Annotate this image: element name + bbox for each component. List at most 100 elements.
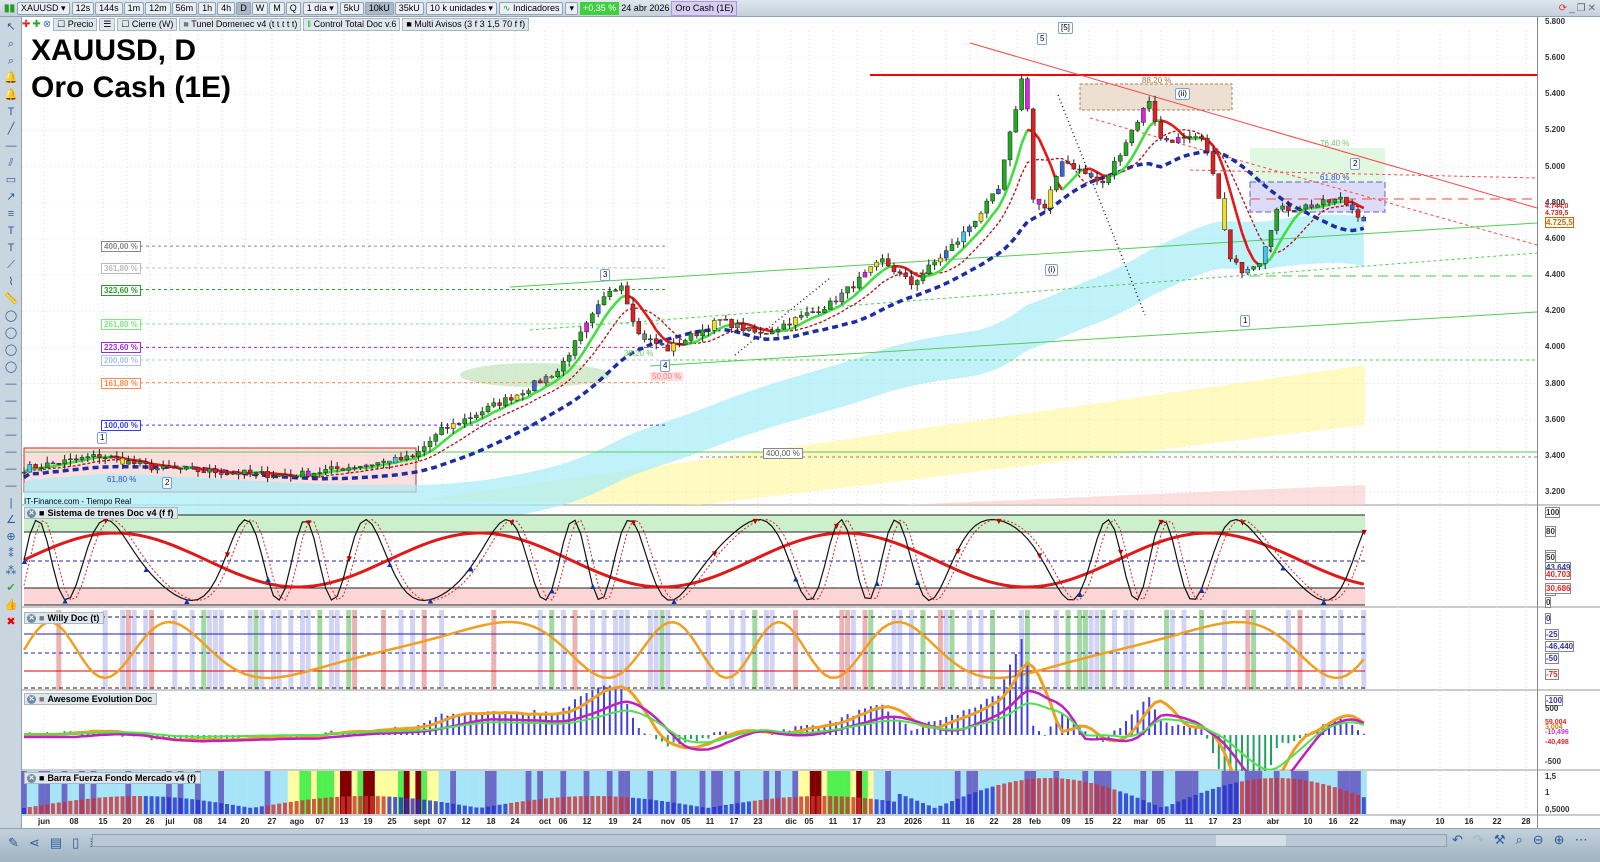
- close-panel-icon[interactable]: ✕: [27, 613, 36, 623]
- barra-bar: [375, 796, 380, 814]
- buy-triangle: ▲: [142, 564, 151, 574]
- elliott-wave-label: (ii): [1175, 88, 1190, 100]
- barra-bar: [132, 796, 137, 814]
- barra-bar: [1019, 780, 1024, 814]
- barra-bar: [544, 798, 548, 814]
- barra-bar: [300, 800, 305, 814]
- barra-bar: [474, 807, 479, 814]
- candle-body: [972, 220, 978, 228]
- chat-icon[interactable]: ▤: [50, 835, 62, 851]
- buy-triangle: ▲: [913, 577, 922, 587]
- barra-bar: [462, 805, 467, 814]
- ma-segment: [818, 311, 825, 317]
- awesome-axis-tick: 500: [1545, 704, 1559, 713]
- trenes-value: 30,686: [1545, 583, 1572, 594]
- panel-header-barra[interactable]: ✕ ■ Barra Fuerza Fondo Mercado v4 (f): [24, 772, 201, 784]
- candle: [885, 253, 891, 268]
- willy-value: -46,440: [1545, 641, 1575, 652]
- panel-header-awesome[interactable]: ✕ ■ Awesome Evolution Doc: [24, 693, 158, 705]
- barra-bar: [1321, 783, 1326, 814]
- candle: [595, 300, 601, 318]
- barra-bar: [497, 804, 502, 814]
- candle-body: [810, 311, 816, 313]
- buy-triangle: ▲: [264, 574, 273, 584]
- ma-segment: [719, 324, 727, 330]
- willy-bar: [352, 610, 358, 690]
- barra-bar: [718, 805, 722, 814]
- more-icon[interactable]: ⋯: [1575, 832, 1588, 848]
- candle-body: [584, 322, 589, 333]
- willy-axis-tick: -50: [1545, 653, 1559, 664]
- magic-icon[interactable]: ⚒: [1494, 832, 1506, 848]
- candle-body: [201, 471, 207, 473]
- candle: [1123, 139, 1129, 156]
- pencil-icon[interactable]: ✎: [8, 835, 19, 851]
- barra-bar: [828, 796, 833, 814]
- candle-body: [1332, 198, 1338, 203]
- candle-body: [903, 272, 908, 277]
- barra-bar: [1054, 778, 1059, 814]
- candle-body: [555, 370, 560, 378]
- candle-body: [474, 414, 479, 418]
- barra-bar: [1344, 790, 1349, 814]
- candle-body: [288, 475, 294, 477]
- zoom-out-icon[interactable]: ⊖: [1533, 832, 1544, 848]
- date-tick: 05: [1156, 817, 1166, 826]
- candle-body: [346, 467, 352, 471]
- ma-segment: [1096, 171, 1104, 177]
- date-tick: 16: [1328, 817, 1338, 826]
- barra-bar: [317, 798, 322, 814]
- candle-body: [804, 312, 810, 316]
- candle-body: [427, 441, 433, 447]
- sell-triangle: ▼: [1116, 547, 1125, 557]
- ma-segment: [748, 323, 756, 329]
- candle-body: [410, 455, 415, 458]
- ma-segment: [522, 395, 530, 401]
- date-tick: mar: [1133, 817, 1149, 826]
- candle: [1222, 192, 1227, 232]
- redo-icon[interactable]: ↷: [1473, 832, 1484, 848]
- candle: [1199, 133, 1204, 142]
- candle-body: [758, 331, 763, 334]
- sell-triangle: ▼: [629, 517, 638, 527]
- candle-body: [276, 474, 282, 477]
- candle-body: [1083, 168, 1088, 174]
- undo-icon[interactable]: ↶: [1452, 832, 1463, 848]
- uptrend-line: [509, 222, 1538, 288]
- horizontal-scrollbar[interactable]: [92, 834, 1447, 847]
- panel-header-trenes[interactable]: ✕ ■ Sistema de trenes Doc v4 (f f): [24, 507, 179, 519]
- candle: [1106, 174, 1111, 185]
- share-icon[interactable]: ⋖: [29, 835, 40, 851]
- ma-segment: [400, 458, 408, 463]
- ma-segment: [75, 459, 83, 463]
- ma-segment: [458, 424, 466, 431]
- barra-bar: [294, 801, 299, 814]
- barra-bar: [1182, 799, 1186, 814]
- candle-body: [62, 459, 67, 465]
- candle: [607, 286, 613, 301]
- candle: [955, 237, 961, 248]
- candle-body: [224, 473, 230, 475]
- candle-body: [897, 271, 903, 274]
- close-panel-icon[interactable]: ✕: [27, 508, 36, 518]
- chart-canvas[interactable]: ▲▲▼▲▲▼▲▼▼▲▲▲▼▲ ▲▼▲▼▼▲▼▲ ▲▼▼▼▲▼▼▲▼▲▲▼: [0, 0, 1600, 862]
- barra-bar: [213, 802, 218, 814]
- candle-body: [943, 250, 949, 259]
- candle: [827, 297, 833, 310]
- ma-segment: [1328, 201, 1336, 206]
- zoom-in-icon[interactable]: ⊕: [1554, 832, 1565, 848]
- candle-body: [189, 466, 195, 469]
- mobile-icon[interactable]: ▯: [72, 835, 79, 851]
- ma-segment: [1142, 126, 1151, 138]
- zoom-fit-icon[interactable]: ⌕: [1515, 832, 1522, 848]
- candle: [456, 422, 462, 425]
- ma-segment: [1067, 177, 1075, 185]
- close-panel-icon[interactable]: ✕: [27, 773, 36, 783]
- candle: [1274, 207, 1280, 235]
- candle: [1059, 160, 1065, 177]
- close-panel-icon[interactable]: ✕: [27, 694, 36, 704]
- candle-body: [822, 309, 827, 313]
- panel-header-willy[interactable]: ✕ ■ Willy Doc (t): [24, 612, 105, 624]
- barra-bar: [648, 799, 653, 814]
- candle: [967, 224, 972, 237]
